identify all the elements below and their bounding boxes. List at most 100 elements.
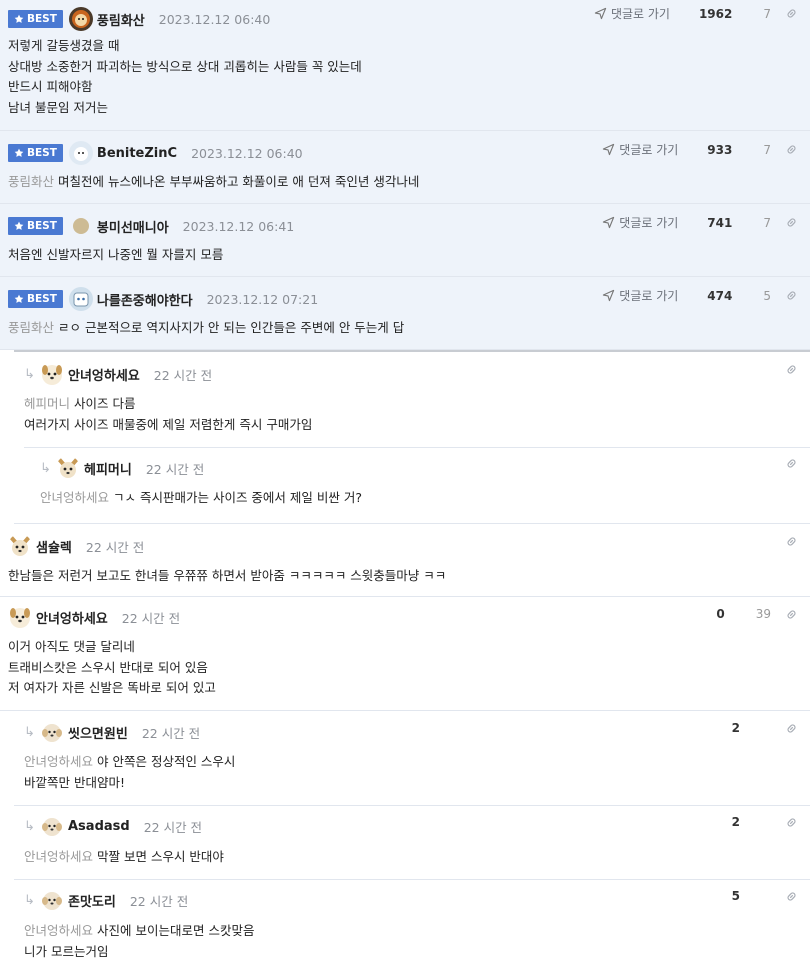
avatar[interactable] <box>69 141 93 165</box>
mention[interactable]: 풍림화산 <box>8 320 54 335</box>
nickname[interactable]: 안녀엉하세요 <box>68 365 140 384</box>
link-button[interactable] <box>785 457 798 470</box>
goto-comment-button[interactable]: 댓글로 가기 <box>594 5 670 22</box>
nickname[interactable]: 존맛도리 <box>68 891 116 910</box>
link-button[interactable] <box>785 289 798 302</box>
link-button[interactable] <box>785 216 798 229</box>
thumbs-down-icon <box>746 216 759 229</box>
nickname[interactable]: 안녀엉하세요 <box>36 608 108 627</box>
thumbs-down-icon <box>746 289 759 302</box>
avatar[interactable] <box>69 287 93 311</box>
dot-avatar-icon <box>69 214 93 238</box>
mention[interactable]: 안녀엉하세요 <box>24 754 93 769</box>
comment-line: 저렇게 갈등생겼을 때 <box>8 36 802 57</box>
timestamp: 2023.12.12 06:40 <box>159 12 271 27</box>
thumbs-up-icon <box>690 216 703 229</box>
like-button[interactable]: 5 <box>715 889 750 903</box>
dislike-button[interactable]: 7 <box>746 216 781 230</box>
best-badge: BEST <box>8 290 63 308</box>
dislike-button[interactable] <box>754 535 767 548</box>
comment-line: 처음엔 신발자르지 나중엔 뭘 자를지 모름 <box>8 247 223 262</box>
puppy-avatar-icon <box>40 888 64 912</box>
avatar[interactable] <box>69 7 93 31</box>
like-button[interactable]: 2 <box>715 815 750 829</box>
comment-line: 반드시 피해야함 <box>8 77 802 98</box>
link-icon <box>785 143 798 156</box>
nickname[interactable]: Asadasd <box>68 819 130 834</box>
nickname[interactable]: 샘슐렉 <box>36 537 72 556</box>
link-button[interactable] <box>785 7 798 20</box>
dislike-button[interactable] <box>754 363 767 376</box>
thumbs-up-icon <box>682 7 695 20</box>
star-icon <box>14 294 24 304</box>
mention[interactable]: 풍림화산 <box>8 174 54 189</box>
link-button[interactable] <box>785 535 798 548</box>
mention[interactable]: 안녀엉하세요 <box>40 490 109 505</box>
comment-line: 사이즈 다름 <box>74 396 135 411</box>
nickname[interactable]: 씻으면원빈 <box>68 723 128 742</box>
like-button[interactable]: 0 <box>699 607 734 621</box>
comment-line: 바깥쪽만 반대얌마! <box>24 773 802 794</box>
send-icon <box>602 216 615 229</box>
dislike-button[interactable] <box>754 457 767 470</box>
dislike-button[interactable]: 7 <box>746 143 781 157</box>
link-button[interactable] <box>785 363 798 376</box>
comment-line: ㄱㅅ 즉시판매가는 사이즈 중에서 제일 비싼 거? <box>113 490 362 505</box>
avatar[interactable] <box>40 888 64 912</box>
like-button[interactable]: 933 <box>690 143 742 157</box>
link-button[interactable] <box>785 608 798 621</box>
link-icon <box>785 608 798 621</box>
dislike-button[interactable] <box>754 890 767 903</box>
like-button[interactable]: 2 <box>715 721 750 735</box>
nickname[interactable]: BeniteZinC <box>97 146 177 161</box>
link-button[interactable] <box>785 890 798 903</box>
dislike-button[interactable] <box>754 722 767 735</box>
comment-line: 니가 모르는거임 <box>24 942 802 962</box>
comment-line: 남녀 불문임 저거는 <box>8 98 802 119</box>
avatar[interactable] <box>56 456 80 480</box>
nickname[interactable]: 봉미선매니아 <box>97 217 169 236</box>
link-button[interactable] <box>785 816 798 829</box>
thumbs-down-icon <box>754 535 767 548</box>
reply-comment: ↳ 씻으면원빈 22 시간 전 2 안녀엉하세요 야 안쪽은 정상적인 스우시 … <box>14 711 810 806</box>
link-icon <box>785 289 798 302</box>
avatar[interactable] <box>8 605 32 629</box>
reply-arrow-icon: ↳ <box>24 819 36 834</box>
mention[interactable]: 안녀엉하세요 <box>24 923 93 938</box>
like-button[interactable] <box>723 535 736 548</box>
avatar[interactable] <box>40 362 64 386</box>
like-button[interactable]: 741 <box>690 216 742 230</box>
link-button[interactable] <box>785 143 798 156</box>
goto-comment-button[interactable]: 댓글로 가기 <box>602 214 678 231</box>
thumbs-up-icon <box>699 608 712 621</box>
like-button[interactable]: 1962 <box>682 7 742 21</box>
timestamp: 22 시간 전 <box>122 608 180 627</box>
nickname[interactable]: 헤피머니 <box>84 459 132 478</box>
goto-comment-button[interactable]: 댓글로 가기 <box>602 141 678 158</box>
mention[interactable]: 헤피머니 <box>24 396 70 411</box>
avatar[interactable] <box>69 214 93 238</box>
thumbs-down-icon <box>746 143 759 156</box>
dislike-button[interactable]: 5 <box>746 289 781 303</box>
thumbs-down-icon <box>754 816 767 829</box>
dislike-button[interactable]: 39 <box>739 607 781 621</box>
dislike-button[interactable]: 7 <box>746 7 781 21</box>
link-button[interactable] <box>785 722 798 735</box>
like-button[interactable] <box>723 363 736 376</box>
dislike-button[interactable] <box>754 816 767 829</box>
reply-arrow-icon: ↳ <box>24 725 36 740</box>
reply-arrow-icon: ↳ <box>24 367 36 382</box>
star-icon <box>14 148 24 158</box>
avatar[interactable] <box>40 720 64 744</box>
link-icon <box>785 216 798 229</box>
comment-line: 야 안쪽은 정상적인 스우시 <box>97 754 235 769</box>
mention[interactable]: 안녀엉하세요 <box>24 849 93 864</box>
goto-comment-button[interactable]: 댓글로 가기 <box>602 287 678 304</box>
avatar[interactable] <box>8 534 32 558</box>
reply-arrow-icon: ↳ <box>24 893 36 908</box>
avatar[interactable] <box>40 814 64 838</box>
like-button[interactable]: 474 <box>690 289 742 303</box>
nickname[interactable]: 풍림화산 <box>97 10 145 29</box>
like-button[interactable] <box>723 457 736 470</box>
nickname[interactable]: 나를존중해야한다 <box>97 290 193 309</box>
